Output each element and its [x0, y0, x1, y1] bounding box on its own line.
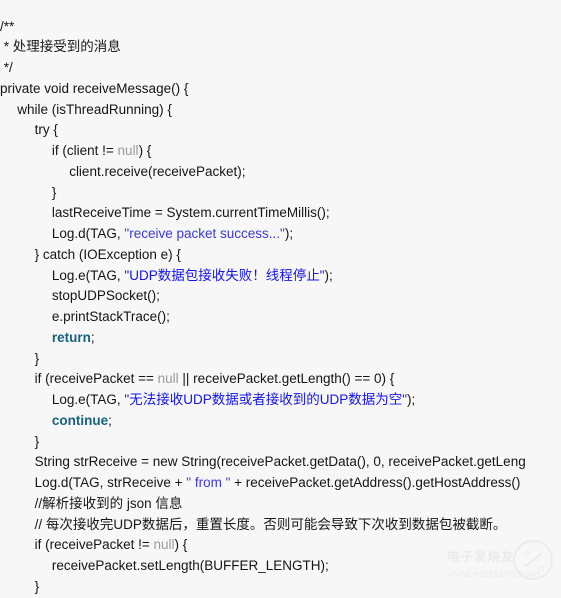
code-token-plain: ) {	[138, 143, 152, 158]
code-token-plain: if (receivePacket ==	[34, 371, 158, 387]
code-line: Log.d(TAG, "receive packet success...");	[0, 224, 561, 245]
code-token-string: " from "	[186, 475, 231, 490]
code-token-plain: }	[34, 578, 40, 594]
code-listing: /** * 处理接受到的消息 */ private void receiveMes…	[0, 17, 561, 598]
code-token-plain: client.receive(receivePacket);	[69, 163, 246, 179]
code-token-plain: ) {	[174, 537, 188, 553]
code-line: String strReceive = new String(receivePa…	[0, 452, 561, 473]
code-token-plain: + receivePacket.getAddress().getHostAddr…	[230, 475, 525, 490]
code-token-comment: */	[0, 60, 13, 75]
code-line: */	[0, 58, 561, 79]
code-token-plain: } catch (IOException e) {	[34, 246, 181, 262]
code-token-plain: Log.e(TAG,	[51, 392, 125, 407]
code-token-plain: );	[324, 267, 333, 283]
code-line: Log.e(TAG, "UDP数据包接收失败！线程停止");	[0, 266, 561, 287]
code-line: receivePacket.setLength(BUFFER_LENGTH);	[0, 556, 561, 577]
code-token-plain: while (isThreadRunning) {	[17, 101, 172, 117]
code-line: try {	[0, 120, 561, 141]
code-token-plain: ;	[108, 412, 112, 428]
code-token-null: null	[153, 537, 175, 553]
code-line: }	[0, 432, 561, 453]
code-line: }	[0, 577, 561, 598]
code-token-plain: Log.e(TAG,	[51, 267, 125, 283]
code-line: return;	[0, 328, 561, 349]
code-line: Log.e(TAG, "无法接收UDP数据或者接收到的UDP数据为空");	[0, 390, 561, 411]
code-token-comment: /**	[0, 18, 15, 34]
code-line: lastReceiveTime = System.currentTimeMill…	[0, 203, 561, 224]
code-token-cjkstring: "UDP数据包接收失败！线程停止"	[124, 267, 325, 283]
code-line: private void receiveMessage() {	[0, 79, 561, 100]
code-viewer: /** * 处理接受到的消息 */ private void receiveMes…	[0, 0, 561, 598]
code-line: e.printStackTrace();	[0, 307, 561, 328]
code-token-plain: String strReceive = new String(receivePa…	[34, 454, 526, 470]
code-line: //解析接收到的 json 信息	[0, 494, 561, 515]
code-line: } catch (IOException e) {	[0, 245, 561, 266]
code-token-plain: Log.d(TAG,	[51, 226, 125, 241]
code-token-plain: || receivePacket.getLength() == 0) {	[178, 371, 395, 387]
code-token-comment: // 每次接收完UDP数据后，重置长度。否则可能会导致下次收到数据包被截断。	[34, 516, 507, 532]
code-line: if (receivePacket != null) {	[0, 535, 561, 556]
code-token-plain: ;	[90, 329, 95, 345]
code-token-cjkstring: "无法接收UDP数据或者接收到的UDP数据为空"	[124, 392, 408, 407]
code-token-null: null	[157, 371, 179, 387]
code-token-comment: * 处理接受到的消息	[0, 39, 121, 55]
code-line: if (client != null) {	[0, 141, 561, 162]
code-token-plain: }	[51, 184, 57, 200]
code-line: Log.d(TAG, strReceive + " from " + recei…	[0, 473, 561, 494]
code-line: }	[0, 183, 561, 204]
code-token-plain: if (client !=	[51, 143, 118, 158]
code-token-plain: }	[34, 433, 40, 449]
code-token-comment: //解析接收到的 json 信息	[34, 495, 183, 511]
code-token-plain: );	[284, 226, 294, 241]
code-token-plain: private void receiveMessage() {	[0, 80, 189, 96]
code-token-plain: );	[407, 392, 416, 407]
code-token-plain: try {	[34, 122, 58, 138]
code-line: stopUDPSocket();	[0, 286, 561, 307]
code-line: * 处理接受到的消息	[0, 37, 561, 58]
code-line: continue;	[0, 411, 561, 432]
code-line: client.receive(receivePacket);	[0, 162, 561, 183]
code-token-plain: }	[34, 350, 40, 366]
code-token-keyword: continue	[51, 412, 109, 428]
code-token-plain: Log.d(TAG, strReceive +	[34, 475, 187, 490]
code-token-plain: receivePacket.setLength(BUFFER_LENGTH);	[51, 558, 329, 573]
code-token-plain: e.printStackTrace();	[51, 309, 170, 324]
code-token-string: "receive packet success..."	[124, 226, 285, 241]
code-line: while (isThreadRunning) {	[0, 100, 561, 121]
code-line: // 每次接收完UDP数据后，重置长度。否则可能会导致下次收到数据包被截断。	[0, 515, 561, 536]
code-line: if (receivePacket == null || receivePack…	[0, 369, 561, 390]
code-token-plain: stopUDPSocket();	[51, 288, 160, 304]
code-token-null: null	[117, 143, 139, 158]
code-line: /**	[0, 17, 561, 38]
code-line: }	[0, 349, 561, 370]
code-token-plain: if (receivePacket !=	[34, 537, 154, 553]
code-token-plain: lastReceiveTime = System.currentTimeMill…	[51, 205, 330, 221]
code-token-keyword: return	[51, 329, 91, 345]
